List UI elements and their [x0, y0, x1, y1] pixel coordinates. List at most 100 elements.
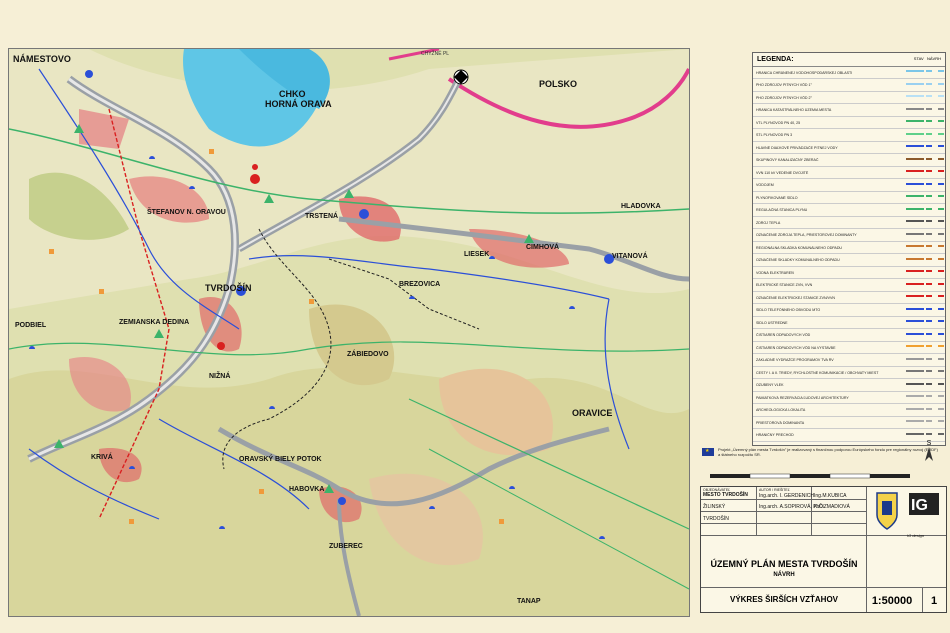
- legend-symbol-proposed-icon: [926, 220, 944, 228]
- project-subtitle: NÁVRH: [773, 572, 795, 578]
- place-trstena: TRSTENÁ: [305, 213, 339, 220]
- legend-symbol-icon: [906, 282, 924, 291]
- legend-symbol-proposed-icon: [926, 395, 944, 403]
- legend-row: ZDROJ TEPLA: [753, 217, 945, 229]
- place-nizna: NIŽNÁ: [209, 373, 231, 380]
- legend-header: LEGENDA: STAV NÁVRH: [753, 53, 945, 67]
- legend-symbol-icon: [906, 145, 924, 153]
- legend-symbol-icon: [906, 407, 924, 416]
- legend-symbol-icon: [906, 157, 924, 166]
- legend-row-label: VVN 110 kV VEDENIE DVOJITÉ: [756, 170, 809, 175]
- legend-row: REGIONÁLNA SKLÁDKA KOMUNÁLNEHO ODPADU: [753, 242, 945, 254]
- legend-symbol-icon: [906, 370, 924, 378]
- legend-symbol-proposed-icon: [926, 282, 944, 291]
- map-scale: 1:50000: [871, 595, 913, 607]
- legend-row: ZÁKLADNÉ VYDRAŽCE PROGRAMOV TVA RV: [753, 355, 945, 367]
- graphic-scale-bar: [710, 473, 910, 479]
- legend-symbol-proposed-icon: [926, 407, 944, 416]
- drawing-sheet: NÁMESTOVO CHKO HORNÁ ORAVA POLSKO CHYŽNÉ…: [0, 0, 950, 633]
- legend-row: VODOJEM: [753, 180, 945, 192]
- author-2: Ing.M.KUBICA: [814, 493, 847, 499]
- company-name: IG design: [907, 533, 925, 538]
- legend-row: OZUBENÝ VLEK: [753, 380, 945, 392]
- legend-row-label: REGIONÁLNA SKLÁDKA KOMUNÁLNEHO ODPADU: [756, 245, 843, 250]
- place-krva: KRIVÁ: [91, 454, 113, 461]
- legend-symbol-proposed-icon: [926, 370, 944, 378]
- legend-symbol-icon: [906, 420, 924, 428]
- place-tvrdosin: TVRDOŠÍN: [205, 283, 252, 293]
- legend-symbol-proposed-icon: [926, 332, 944, 341]
- legend-row: SKUPINOVÝ KANALIZAČNÝ ZBERAČ: [753, 155, 945, 167]
- place-hladovka: HLADOVKA: [621, 203, 661, 210]
- place-namestovo: NÁMESTOVO: [13, 54, 71, 64]
- legend-row-label: OZNAČENIE ZDROJA TEPLA, PRIESTOROVEJ DOM…: [756, 233, 857, 237]
- legend-row-label: ZÁKLADNÉ VYDRAŽCE PROGRAMOV TVA RV: [756, 358, 834, 362]
- legend-symbol-icon: [906, 295, 924, 303]
- place-liesek: LIESEK: [464, 251, 490, 258]
- legend-row: PRIESTOROVÁ DOMINANTA: [753, 417, 945, 429]
- legend-row-label: VODNÁ ELEKTRÁREŇ: [756, 270, 794, 275]
- legend-row-label: OZUBENÝ VLEK: [756, 383, 784, 387]
- legend-symbol-icon: [906, 70, 924, 78]
- legend-symbol-icon: [906, 257, 924, 266]
- legend-row-label: ČISTIAREŇ ODPADOVÝCH VÔD: [756, 333, 811, 337]
- legend-row: ELEKTRICKÉ STANICE ZVN, VVN: [753, 280, 945, 292]
- legend-row: REGULAČNÁ STANICA PLYNU: [753, 205, 945, 217]
- place-polsko: POLSKO: [539, 79, 578, 89]
- legend-row: OZNAČENIE ZDROJA TEPLA, PRIESTOROVEJ DOM…: [753, 230, 945, 242]
- place-oravice: ORAVICE: [572, 408, 613, 418]
- place-cimhova: CIMHOVÁ: [526, 244, 560, 251]
- legend-symbol-icon: [906, 220, 924, 228]
- legend-row: STL PLYNOVOD PN 3: [753, 130, 945, 142]
- legend-symbol-proposed-icon: [926, 207, 944, 216]
- legend-symbol-proposed-icon: [926, 107, 944, 116]
- sheet-number: 1: [930, 595, 938, 607]
- legend-symbol-icon: [906, 382, 924, 391]
- legend-row-label: PRIESTOROVÁ DOMINANTA: [756, 420, 805, 425]
- legend-row: PHO ZDROJOV PITNÝCH VÔD 2°: [753, 92, 945, 104]
- place-habovka: HABOVKA: [289, 486, 325, 493]
- legend-col-navrh: NÁVRH: [926, 56, 941, 61]
- legend-row: SÍDLO TELEFÓNNEHO OBVODU MTO: [753, 305, 945, 317]
- legend-symbol-icon: [906, 132, 924, 141]
- legend-symbol-proposed-icon: [926, 232, 944, 241]
- legend-row-label: VTL PLYNOVOD PN 40, 25: [756, 120, 801, 125]
- author-4: K.ČIZMADIOVÁ: [814, 504, 850, 510]
- legend-symbol-proposed-icon: [926, 120, 944, 128]
- legend-row-label: PLYNOFIKOVANÉ SÍDLO: [756, 195, 798, 200]
- legend-row: OZNAČENIE SKLÁDKY KOMUNÁLNEHO ODPADU: [753, 255, 945, 267]
- place-brezovica: BREZOVICA: [399, 281, 441, 288]
- legend-row-label: PHO ZDROJOV PITNÝCH VÔD 1°: [756, 83, 812, 87]
- legend-symbol-icon: [906, 307, 924, 316]
- legend-symbol-icon: [906, 195, 924, 203]
- place-chko-2: HORNÁ ORAVA: [265, 99, 332, 109]
- legend-row-label: STL PLYNOVOD PN 3: [756, 133, 793, 137]
- legend-row-label: PAMIATKOVÁ REZERVÁCIA ĽUDOVEJ ARCHITEKTÚ…: [756, 395, 849, 400]
- legend-symbol-proposed-icon: [926, 95, 944, 103]
- legend-symbol-icon: [906, 432, 924, 441]
- legend-symbol-proposed-icon: [926, 295, 944, 303]
- legend-row: VTL PLYNOVOD PN 40, 25: [753, 117, 945, 129]
- legend-symbol-icon: [906, 395, 924, 403]
- legend-row: VVN 110 kV VEDENIE DVOJITÉ: [753, 167, 945, 179]
- legend-row: ČISTIAREŇ ODPADOVÝCH VÔD: [753, 330, 945, 342]
- legend-row-label: ELEKTRICKÉ STANICE ZVN, VVN: [756, 283, 813, 287]
- legend-symbol-proposed-icon: [926, 245, 944, 253]
- legend-panel: LEGENDA: STAV NÁVRH HRANICA CHRÁNENEJ VO…: [752, 52, 946, 446]
- client-name: MESTO TVRDOŠÍN: [703, 492, 748, 498]
- project-title: ÚZEMNÝ PLÁN MESTA TVRDOŠÍN: [710, 559, 858, 569]
- place-zabiedovo: ZÁBIEDOVO: [347, 351, 389, 358]
- legend-row-label: CESTY I. A II. TRIEDY, RÝCHLOSTNÉ KOMUNI…: [756, 370, 879, 375]
- legend-symbol-icon: [906, 270, 924, 278]
- eu-flag-icon: [702, 448, 714, 456]
- legend-row-label: SKUPINOVÝ KANALIZAČNÝ ZBERAČ: [756, 158, 819, 162]
- legend-title: LEGENDA:: [757, 56, 794, 63]
- place-chko-1: CHKO: [279, 89, 306, 99]
- legend-symbol-icon: [906, 332, 924, 341]
- map-area[interactable]: NÁMESTOVO CHKO HORNÁ ORAVA POLSKO CHYŽNÉ…: [8, 48, 690, 617]
- legend-symbol-proposed-icon: [926, 170, 944, 178]
- legend-row-label: ZDROJ TEPLA: [756, 220, 781, 225]
- place-stefanov: ŠTEFANOV N. ORAVOU: [147, 209, 226, 216]
- author-label: AUTOR / RIEŠITEĽ: [759, 488, 790, 492]
- legend-row: OZNAČENIE ELEKTRICKEJ STANICE ZVN/VVN: [753, 292, 945, 304]
